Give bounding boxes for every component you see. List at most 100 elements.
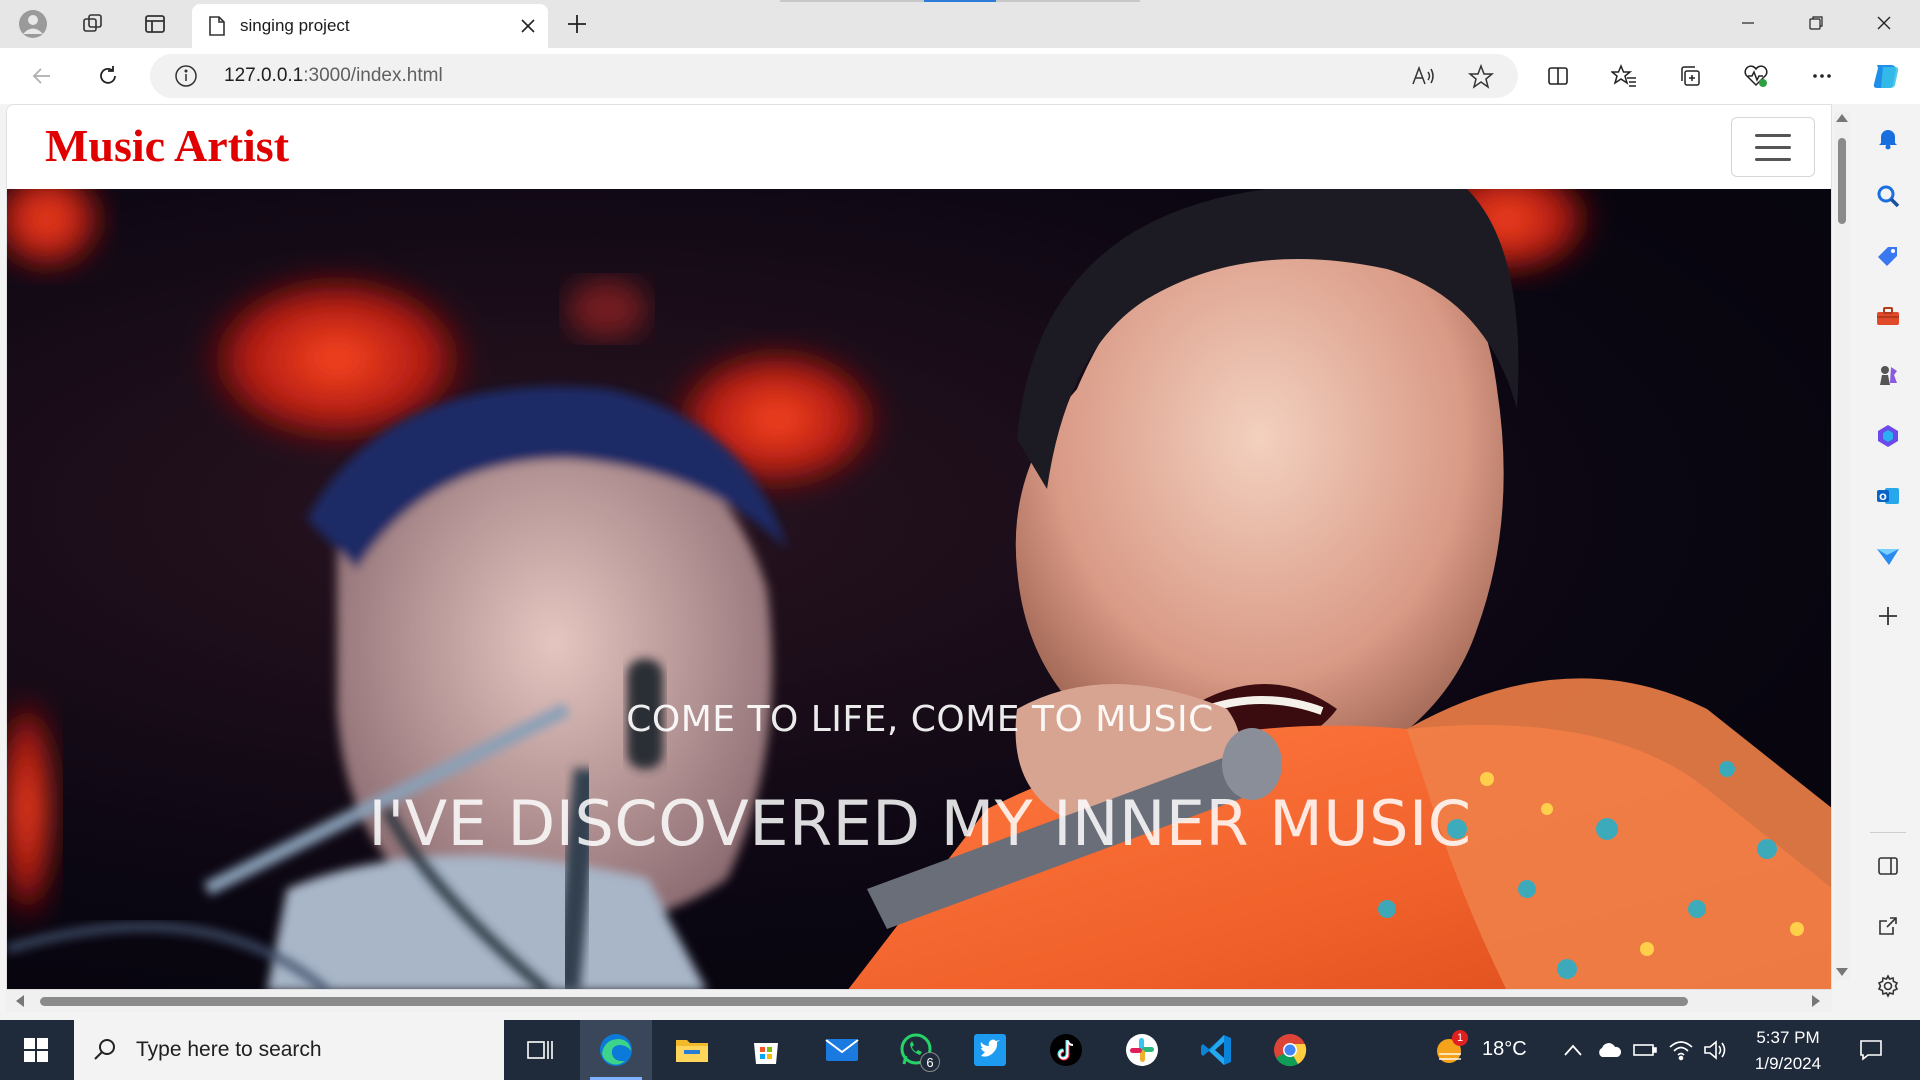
sidebar-hide[interactable] [1870,848,1906,884]
taskbar-app-file-explorer[interactable] [656,1020,728,1080]
volume-button[interactable] [1702,1038,1728,1062]
sidebar-outlook[interactable]: O [1870,478,1906,514]
scroll-up-arrow-icon[interactable] [1836,114,1848,122]
show-hidden-icons-button[interactable] [1560,1038,1586,1062]
taskbar-app-mail[interactable] [806,1020,878,1080]
sidebar-microsoft365[interactable] [1870,418,1906,454]
more-options-button[interactable] [1802,57,1842,95]
new-tab-button[interactable] [558,6,596,42]
twitter-icon [974,1034,1006,1066]
site-info-icon[interactable] [174,64,198,88]
refresh-icon [100,66,116,84]
sidebar-drop[interactable] [1870,538,1906,574]
gear-icon [1877,974,1899,998]
notification-center-button[interactable] [1856,1036,1886,1064]
read-aloud-icon [1412,65,1434,85]
taskbar-search-placeholder: Type here to search [136,1038,322,1061]
favorite-button[interactable] [1467,63,1495,94]
sidebar-panel-icon [1878,857,1898,875]
taskbar-app-store[interactable] [730,1020,802,1080]
page-vertical-scrollbar[interactable] [1834,112,1850,980]
site-brand[interactable]: Music Artist [45,119,289,172]
scroll-left-arrow-icon[interactable] [16,995,24,1007]
taskbar-app-edge[interactable] [580,1020,652,1080]
weather-widget[interactable]: 1 [1432,1030,1468,1068]
restore-button[interactable] [1782,0,1850,46]
taskbar-app-tiktok[interactable] [1030,1020,1102,1080]
folder-icon [676,1040,708,1062]
copilot-button[interactable] [1866,57,1906,95]
sidebar-games[interactable] [1870,358,1906,394]
windows-taskbar: Type here to search 6 1 18°C 5:37 PM 1/9… [0,1020,1920,1080]
scrollbar-thumb[interactable] [1838,138,1846,224]
hero-singer-photo [7,189,1831,989]
scroll-right-arrow-icon[interactable] [1812,995,1820,1007]
vscode-icon [1201,1035,1231,1065]
tiktok-icon [1050,1034,1082,1066]
slack-icon [1126,1034,1158,1066]
hamburger-line [1755,157,1791,161]
hamburger-line [1755,145,1791,149]
url-text[interactable]: 127.0.0.1:3000/index.html [224,65,443,87]
split-screen-button[interactable] [1538,57,1578,95]
tab-close-button[interactable] [514,12,542,40]
tab-singing-project[interactable]: singing project [192,4,548,48]
back-button[interactable] [22,57,62,95]
minimize-button[interactable] [1714,0,1782,46]
profile-avatar-icon [19,10,47,38]
sidebar-notifications[interactable] [1870,120,1906,156]
clock-date[interactable]: 1/9/2024 [1746,1054,1830,1074]
close-window-button[interactable] [1850,0,1918,46]
close-icon [1877,16,1891,30]
task-view-button[interactable] [504,1020,576,1080]
taskbar-app-whatsapp[interactable]: 6 [880,1020,952,1080]
browser-essentials-button[interactable] [1736,57,1776,95]
plus-icon [1879,607,1897,625]
start-button[interactable] [0,1020,72,1080]
battery-button[interactable] [1632,1038,1658,1062]
url-path: :3000/index.html [303,65,443,86]
browser-toolbar: 127.0.0.1:3000/index.html [0,48,1920,104]
workspaces-button[interactable] [74,6,112,42]
onedrive-button[interactable] [1596,1038,1622,1062]
refresh-button[interactable] [88,57,128,95]
windows-logo-icon [24,1038,48,1062]
sidebar-settings[interactable] [1870,968,1906,1004]
vertical-tabs-button[interactable] [136,6,174,42]
taskbar-app-slack[interactable] [1106,1020,1178,1080]
sidebar-tools[interactable] [1870,298,1906,334]
star-icon [1467,63,1495,89]
sidebar-divider [1870,832,1906,833]
page-horizontal-scrollbar[interactable] [6,990,1832,1012]
taskbar-app-twitter[interactable] [954,1020,1026,1080]
toolbox-icon [1877,307,1899,325]
network-button[interactable] [1668,1038,1694,1062]
address-bar[interactable]: 127.0.0.1:3000/index.html [150,54,1518,98]
taskbar-search-box[interactable]: Type here to search [74,1020,504,1080]
more-horizontal-icon [1813,74,1831,78]
navbar-toggler-button[interactable] [1731,117,1815,177]
mail-icon [825,1039,859,1061]
sidebar-open-external[interactable] [1870,908,1906,944]
restore-icon [1809,16,1823,30]
taskbar-app-vscode[interactable] [1180,1020,1252,1080]
temperature-label[interactable]: 18°C [1482,1038,1527,1061]
sidebar-search[interactable] [1870,178,1906,214]
collections-icon [1681,66,1700,86]
sidebar-shopping[interactable] [1870,238,1906,274]
plus-icon [568,15,586,33]
taskbar-app-chrome[interactable] [1254,1020,1326,1080]
profile-button[interactable] [14,6,52,42]
scrollbar-thumb[interactable] [40,997,1688,1006]
task-view-icon [527,1041,553,1059]
collections-button[interactable] [1670,57,1710,95]
favorites-button[interactable] [1604,57,1644,95]
close-icon [521,19,535,33]
url-host: 127.0.0.1 [224,65,304,86]
scroll-down-arrow-icon[interactable] [1836,968,1848,976]
bell-icon [1879,130,1897,150]
read-aloud-button[interactable] [1410,64,1436,92]
clock-time[interactable]: 5:37 PM [1752,1028,1824,1048]
chevron-up-icon [1564,1044,1582,1056]
sidebar-add[interactable] [1870,598,1906,634]
